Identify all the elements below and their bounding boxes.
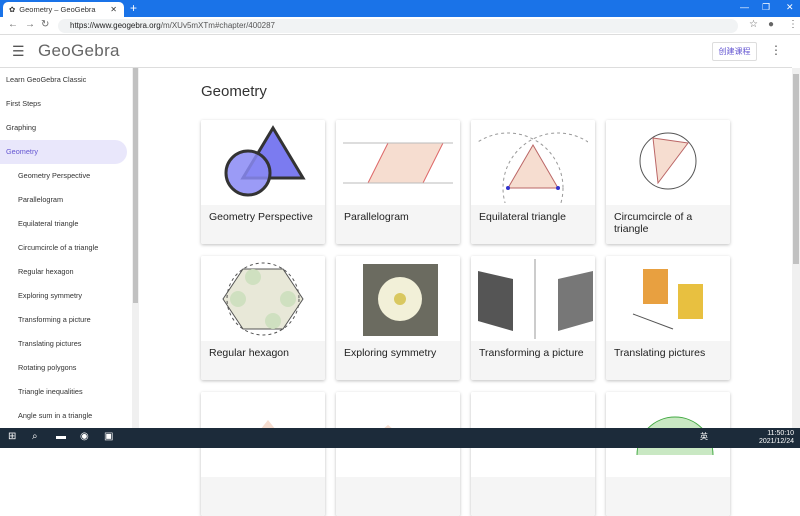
activity-card[interactable]: Equilateral triangle — [471, 120, 595, 244]
main-scrollbar[interactable] — [792, 68, 800, 428]
geogebra-favicon-icon: ✿ — [9, 5, 16, 14]
sidebar-item[interactable]: Triangle inequalities — [0, 380, 132, 404]
activity-card[interactable]: Exploring symmetry — [336, 256, 460, 380]
card-title — [606, 477, 730, 516]
page-title: Geometry — [201, 83, 267, 100]
card-title — [336, 477, 460, 516]
app-header: ☰ GeoGebra 创建课程 ⋮ — [0, 36, 792, 68]
sidebar-item[interactable]: Translating pictures — [0, 332, 132, 356]
activity-card[interactable] — [336, 392, 460, 516]
card-thumbnail — [471, 256, 595, 341]
activity-card[interactable]: Geometry Perspective — [201, 120, 325, 244]
hamburger-menu-icon[interactable]: ☰ — [12, 43, 25, 60]
ime-indicator[interactable]: 英 — [700, 431, 708, 442]
back-icon[interactable]: ← — [8, 19, 18, 30]
windows-taskbar: ⊞ ⌕ ▬ ◉ ▣ 英 11:50:10 2021/12/24 — [0, 428, 800, 448]
sidebar-item[interactable]: Circumcircle of a triangle — [0, 236, 132, 260]
card-title: Parallelogram — [336, 205, 460, 244]
card-thumbnail — [201, 256, 325, 341]
sidebar-item[interactable]: Geometry — [0, 140, 127, 164]
card-title — [201, 477, 325, 516]
create-class-button[interactable]: 创建课程 — [712, 42, 757, 61]
card-thumbnail — [471, 120, 595, 205]
tab-title: Geometry – GeoGebra — [19, 5, 96, 14]
address-bar-row: ← → ↻ https://www.geogebra.org/m/XUv5mXT… — [0, 17, 800, 35]
browser-tab[interactable]: ✿ Geometry – GeoGebra ✕ — [3, 2, 124, 17]
sidebar-item[interactable]: Geometry Perspective — [0, 164, 132, 188]
activity-card[interactable]: Regular hexagon — [201, 256, 325, 380]
sidebar-item[interactable]: Exploring symmetry — [0, 284, 132, 308]
chapter-sidebar: Learn GeoGebra Classic First Steps Graphin… — [0, 68, 132, 428]
url-input[interactable]: https://www.geogebra.org/m/XUv5mXTm#chap… — [58, 19, 738, 33]
forward-icon[interactable]: → — [25, 19, 35, 30]
sidebar-item[interactable]: Rotating polygons — [0, 356, 132, 380]
activity-card[interactable]: Transforming a picture — [471, 256, 595, 380]
clock-date: 2021/12/24 — [758, 438, 794, 445]
system-clock[interactable]: 11:50:10 2021/12/24 — [759, 430, 794, 446]
sidebar-item[interactable]: Learn GeoGebra Classic — [0, 68, 132, 92]
sidebar-item[interactable]: Angle sum in a triangle — [0, 404, 132, 428]
chrome-menu-icon[interactable]: ⋮ — [788, 19, 798, 30]
card-title: Transforming a picture — [471, 341, 595, 380]
minimize-icon[interactable]: — — [740, 2, 749, 12]
card-title: Circumcircle of a triangle — [606, 205, 730, 244]
activity-card[interactable] — [471, 392, 595, 516]
card-title: Translating pictures — [606, 341, 730, 380]
close-window-icon[interactable]: ✕ — [786, 2, 794, 13]
sidebar-item[interactable]: Transforming a picture — [0, 308, 132, 332]
url-host: https://www.geogebra.org — [70, 21, 161, 30]
chrome-icon[interactable]: ◉ — [80, 431, 89, 442]
card-thumbnail — [201, 120, 325, 205]
reload-icon[interactable]: ↻ — [41, 19, 49, 30]
profile-icon[interactable]: ● — [768, 19, 774, 30]
geogebra-app-icon[interactable]: ▣ — [104, 431, 113, 442]
close-tab-icon[interactable]: ✕ — [110, 5, 117, 14]
sidebar-item[interactable]: Equilateral triangle — [0, 212, 132, 236]
card-thumbnail — [336, 120, 460, 205]
restore-icon[interactable]: ❐ — [762, 2, 770, 13]
activity-card[interactable]: Parallelogram — [336, 120, 460, 244]
sidebar-item[interactable]: Regular hexagon — [0, 260, 132, 284]
card-thumbnail — [606, 120, 730, 205]
card-thumbnail — [336, 256, 460, 341]
activity-card[interactable] — [201, 392, 325, 516]
sidebar-item[interactable]: Graphing — [0, 116, 132, 140]
new-tab-button[interactable]: + — [130, 1, 137, 15]
start-icon[interactable]: ⊞ — [8, 431, 16, 442]
activity-card[interactable]: Circumcircle of a triangle — [606, 120, 730, 244]
activity-card[interactable]: Translating pictures — [606, 256, 730, 380]
activity-card[interactable] — [606, 392, 730, 516]
card-title: Geometry Perspective — [201, 205, 325, 244]
sidebar-scrollbar[interactable] — [132, 68, 139, 428]
clock-time: 11:50:10 — [767, 430, 794, 437]
card-thumbnail — [606, 256, 730, 341]
card-title: Regular hexagon — [201, 341, 325, 380]
url-path: /m/XUv5mXTm#chapter/400287 — [160, 21, 275, 30]
browser-tab-bar: ✿ Geometry – GeoGebra ✕ + — ❐ ✕ — [0, 0, 800, 17]
file-explorer-icon[interactable]: ▬ — [56, 431, 66, 442]
geogebra-logo[interactable]: GeoGebra — [38, 41, 120, 61]
sidebar-item[interactable]: First Steps — [0, 92, 132, 116]
search-icon[interactable]: ⌕ — [32, 431, 38, 442]
bookmark-star-icon[interactable]: ☆ — [749, 19, 758, 30]
card-title: Exploring symmetry — [336, 341, 460, 380]
more-options-icon[interactable]: ⋮ — [770, 43, 782, 57]
sidebar-item[interactable]: Parallelogram — [0, 188, 132, 212]
card-title: Equilateral triangle — [471, 205, 595, 244]
card-title — [471, 477, 595, 516]
